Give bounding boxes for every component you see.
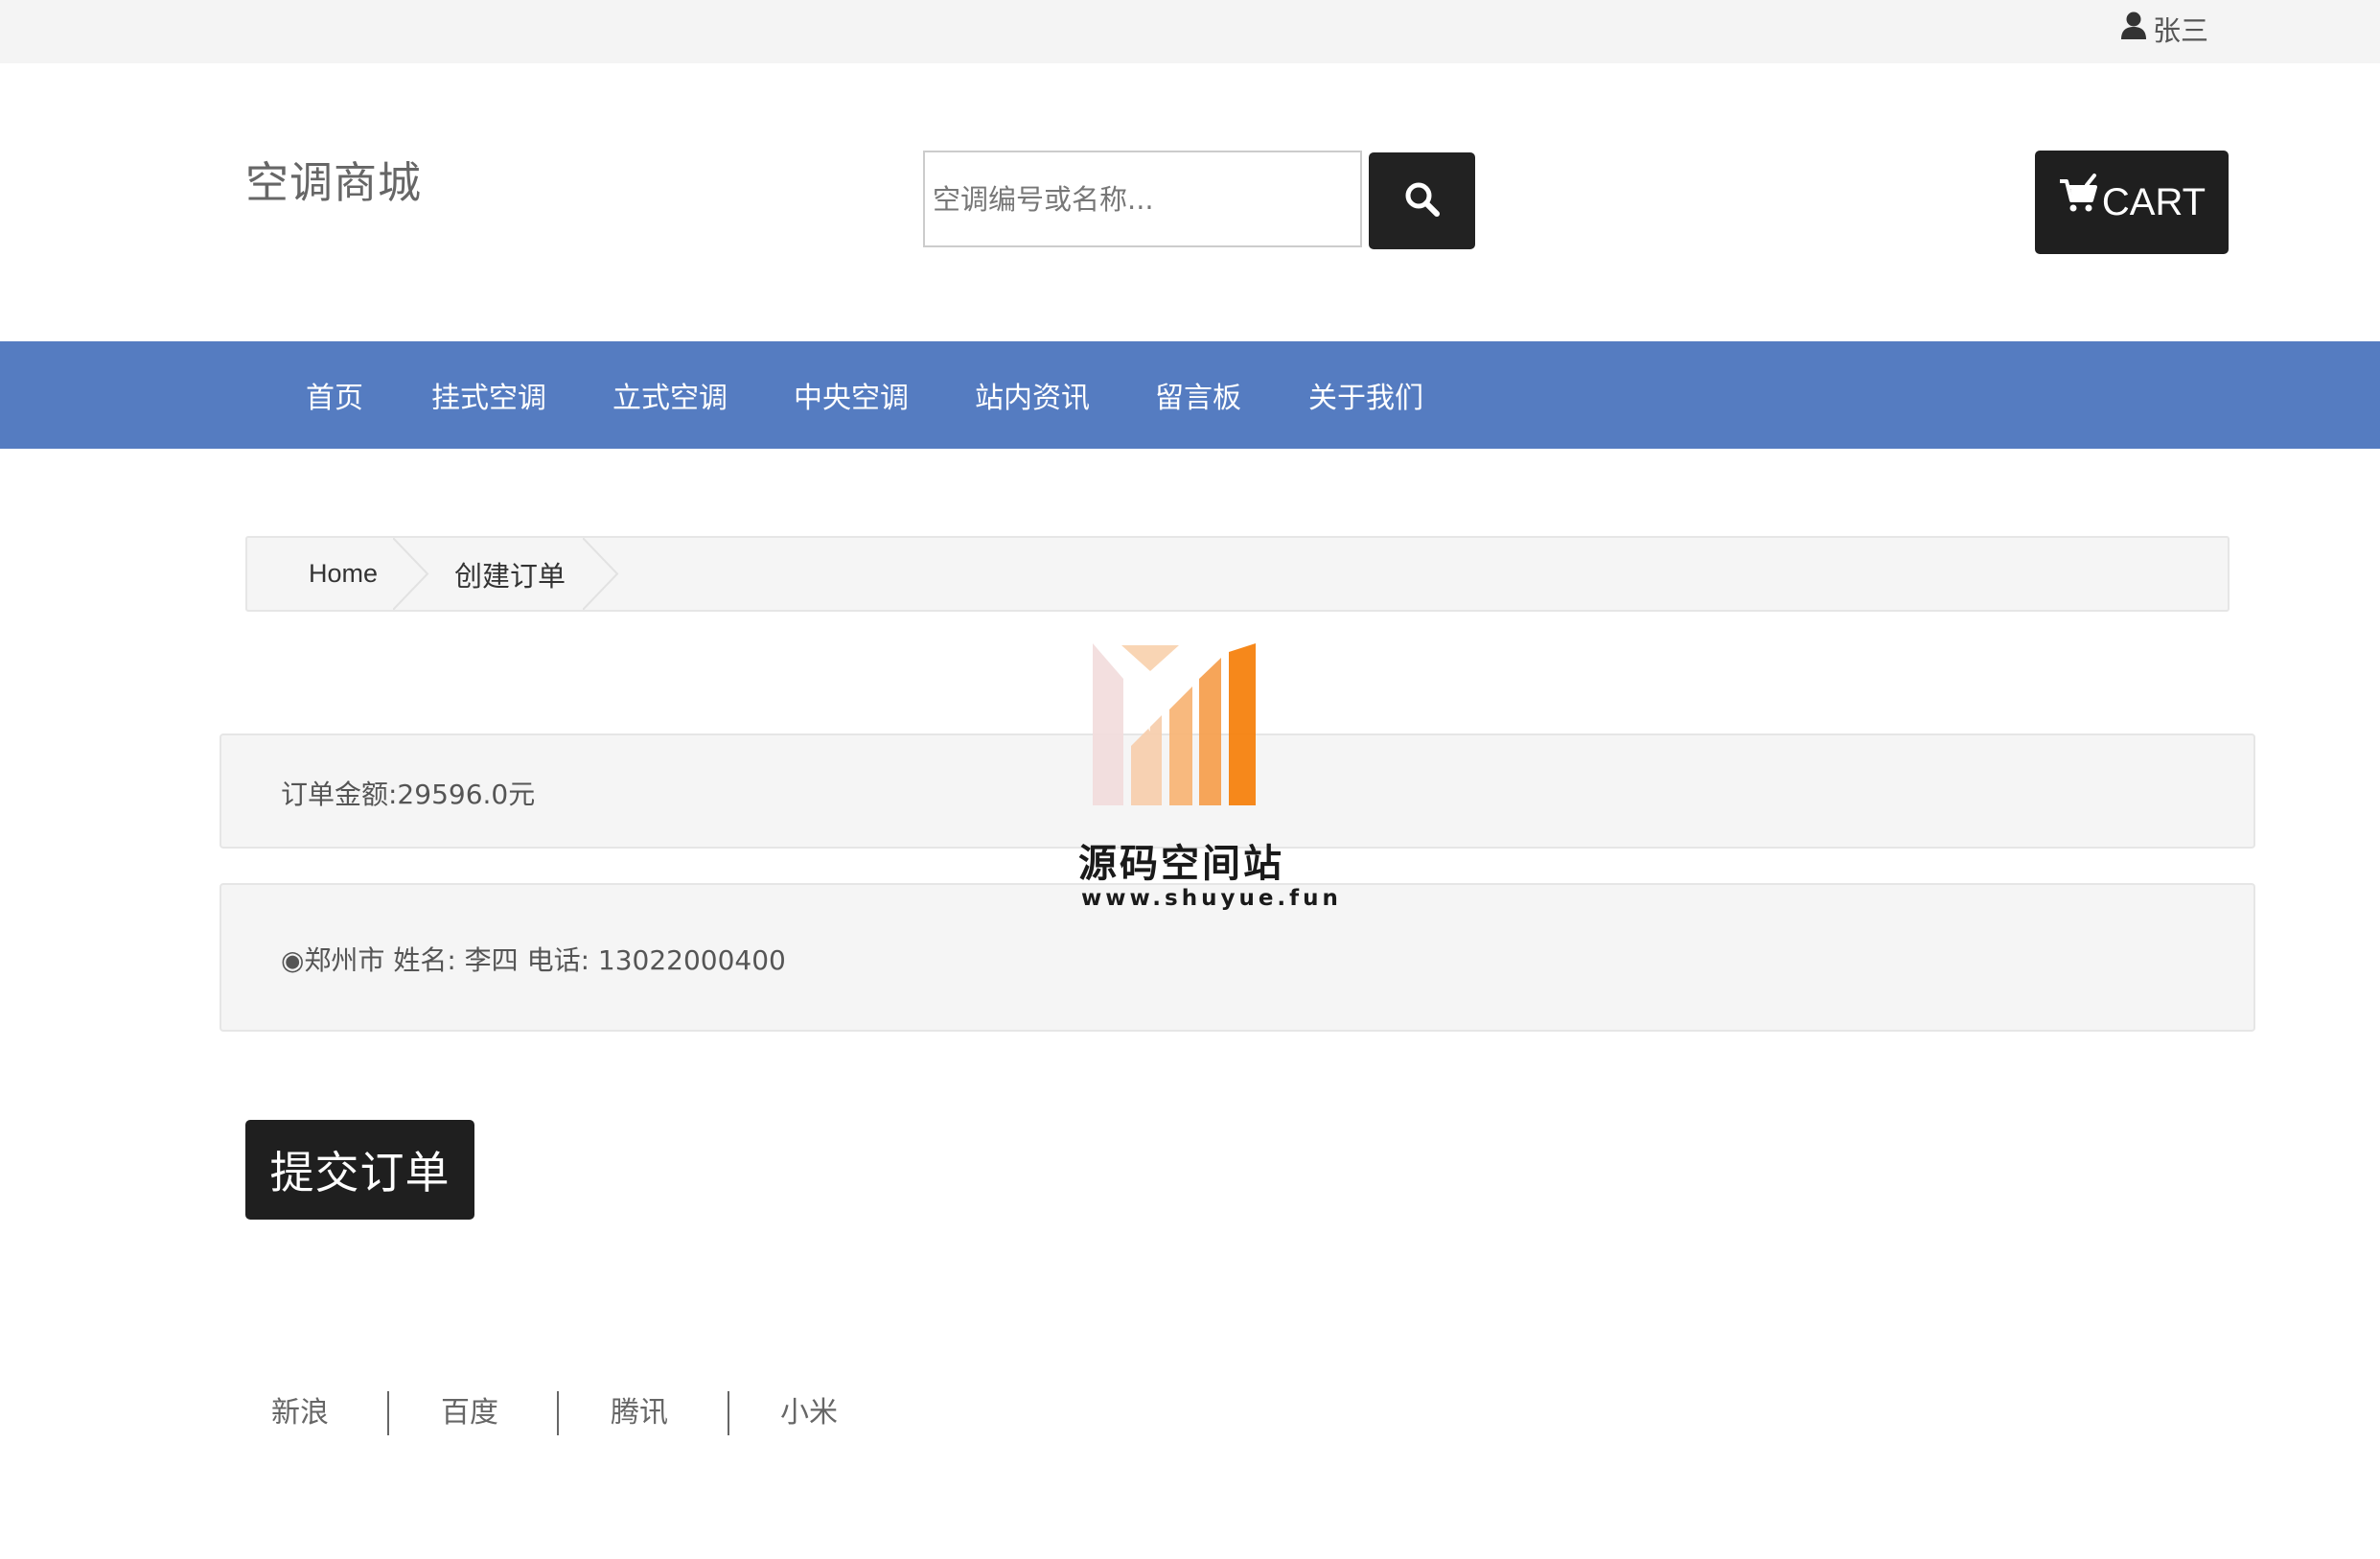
breadcrumb-current: 创建订单 — [454, 559, 566, 593]
search-button[interactable] — [1369, 152, 1475, 249]
nav-item-home[interactable]: 首页 — [306, 341, 363, 449]
footer-divider — [387, 1391, 389, 1435]
order-amount: 订单金额:29596.0元 — [281, 779, 536, 810]
nav-item-central-ac[interactable]: 中央空调 — [794, 341, 909, 449]
search-input[interactable] — [923, 151, 1362, 247]
user-icon — [2120, 12, 2153, 47]
footer-link-xiaomi[interactable]: 小米 — [780, 1388, 838, 1431]
breadcrumb-separator — [583, 538, 619, 610]
nav-item-message-board[interactable]: 留言板 — [1155, 341, 1241, 449]
nav-item-floor-ac[interactable]: 立式空调 — [612, 341, 728, 449]
top-bar: 张三 — [0, 0, 2380, 63]
breadcrumb-separator — [393, 538, 429, 610]
main-nav: 首页 挂式空调 立式空调 中央空调 站内资讯 留言板 关于我们 — [0, 341, 2380, 449]
cart-label: CART — [2101, 180, 2207, 223]
user-menu[interactable]: 张三 — [2120, 10, 2208, 48]
footer-link-baidu[interactable]: 百度 — [441, 1388, 498, 1431]
footer-link-tencent[interactable]: 腾讯 — [611, 1388, 668, 1431]
cart-button[interactable]: CART — [2035, 151, 2229, 254]
watermark-title: 源码空间站 — [1078, 842, 1284, 886]
watermark-url: www.shuyue.fun — [1081, 886, 1342, 911]
nav-item-wall-ac[interactable]: 挂式空调 — [431, 341, 546, 449]
site-title[interactable]: 空调商城 — [245, 148, 422, 210]
breadcrumb-home[interactable]: Home — [309, 538, 378, 610]
search-icon — [1403, 180, 1442, 222]
nav-item-about-us[interactable]: 关于我们 — [1308, 341, 1423, 449]
order-address[interactable]: ◉郑州市 姓名: 李四 电话: 13022000400 — [281, 940, 786, 978]
footer-divider — [557, 1391, 559, 1435]
footer-divider — [728, 1391, 729, 1435]
nav-item-news[interactable]: 站内资讯 — [975, 341, 1090, 449]
cart-icon — [2058, 174, 2102, 225]
username: 张三 — [2153, 14, 2209, 47]
breadcrumb: Home 创建订单 — [245, 536, 2230, 612]
order-amount-panel: 订单金额:29596.0元 — [220, 733, 2255, 849]
footer-link-sina[interactable]: 新浪 — [271, 1388, 329, 1431]
submit-order-button[interactable]: 提交订单 — [245, 1120, 474, 1220]
